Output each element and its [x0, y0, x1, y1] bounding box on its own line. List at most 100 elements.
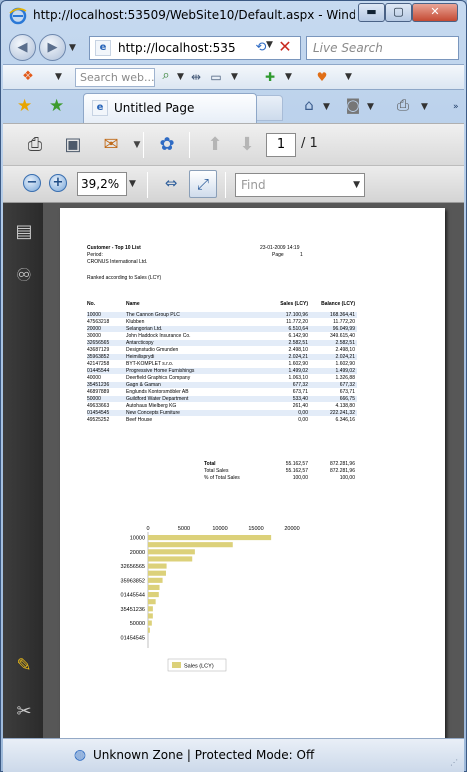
page-number-input[interactable]: 1 — [266, 133, 296, 157]
chart-category-label: 32656565 — [121, 564, 145, 570]
toolbar-search-placeholder: Search web... — [80, 71, 155, 84]
chart-bar — [148, 592, 159, 598]
sidebar-icon[interactable]: ⇹ — [187, 68, 205, 86]
status-bar: ◍ Unknown Zone | Protected Mode: Off ⋰ — [3, 738, 464, 772]
tab-label: Untitled Page — [114, 101, 195, 115]
chevron-more-icon[interactable]: » — [453, 102, 459, 112]
chart-category-label: 10000 — [130, 536, 145, 542]
fit-page-icon[interactable]: ⤢ — [189, 170, 217, 198]
find-dropdown-icon[interactable]: ▼ — [353, 180, 360, 190]
chart-bar — [148, 535, 272, 541]
chart-legend-swatch — [172, 662, 181, 668]
chart-x-tick-label: 5000 — [178, 526, 190, 532]
resize-grip-icon[interactable]: ⋰ — [450, 758, 460, 768]
chart-bar — [148, 620, 152, 626]
pdf-side-panel: ▤ ♾ ✎ ✂ — [3, 203, 43, 738]
favorites-star-icon[interactable]: ★ — [17, 96, 32, 116]
tab-row: ★ ★ e Untitled Page ⌂ ▼ ◙ ▼ ⎙ ▼ » — [3, 91, 464, 123]
windows-logo-icon[interactable]: ❖ — [19, 69, 37, 87]
chart-x-tick-label: 10000 — [212, 526, 227, 532]
forward-button[interactable]: ▶ — [39, 34, 66, 61]
add-icon[interactable]: ✚ — [261, 68, 279, 86]
home-dropdown-icon[interactable]: ▼ — [323, 102, 330, 112]
chart-bar — [148, 606, 153, 612]
live-search-input[interactable]: Live Search — [306, 36, 459, 60]
zoom-out-icon[interactable]: − — [23, 174, 41, 192]
chart-x-tick-label: 20000 — [284, 526, 299, 532]
add-dropdown-icon[interactable]: ▼ — [285, 72, 292, 82]
toolbar-separator — [143, 132, 144, 158]
search-go-icon[interactable]: ⌕ — [157, 68, 175, 86]
chart-bar — [148, 563, 167, 569]
chart-legend-label: Sales (LCY) — [184, 664, 214, 670]
pdf-viewer[interactable]: Customer - Top 10 List 23-01-2009 14:19 … — [43, 203, 464, 738]
messenger-dropdown-icon[interactable]: ▼ — [345, 72, 352, 82]
toolbar-separator — [225, 172, 226, 198]
chart-bar — [148, 584, 160, 590]
chart-category-label: 35451236 — [121, 607, 145, 613]
zoom-level-input[interactable]: 39,2% — [77, 172, 127, 196]
add-favorites-icon[interactable]: ★ — [49, 96, 64, 116]
back-button[interactable]: ◀ — [9, 34, 36, 61]
search-options-dropdown-icon[interactable]: ▼ — [177, 72, 184, 82]
pages-panel-icon[interactable]: ▤ — [13, 221, 35, 243]
next-page-icon[interactable]: ⬇ — [235, 133, 259, 157]
refresh-icon[interactable]: ⟲ — [251, 38, 271, 58]
zoom-in-icon[interactable]: + — [49, 174, 67, 192]
save-icon[interactable]: ▣ — [61, 133, 85, 157]
messenger-icon[interactable]: ♥ — [313, 68, 331, 86]
pages-settings-icon[interactable]: ✿ — [155, 133, 179, 157]
previous-page-icon[interactable]: ⬆ — [203, 133, 227, 157]
share-dropdown-icon[interactable]: ▼ — [125, 133, 149, 157]
globe-icon: ◍ — [73, 747, 87, 763]
binoculars-icon[interactable]: ♾ — [13, 265, 35, 287]
chart-bar — [148, 570, 166, 576]
pdf-toolbar: ⎙ ▣ ✉ ▼ ✿ ⬆ ⬇ 1 / 1 — [3, 123, 464, 165]
share-icon[interactable]: ✉ — [99, 133, 123, 157]
tab-favicon-icon: e — [92, 100, 108, 116]
zoom-dropdown-icon[interactable]: ▼ — [129, 179, 136, 189]
chart-category-label: 50000 — [130, 621, 145, 627]
windows-menu-dropdown-icon[interactable]: ▼ — [55, 72, 62, 82]
find-input[interactable]: Find ▼ — [235, 173, 365, 197]
close-button[interactable]: ✕ — [412, 3, 458, 22]
address-url[interactable]: http://localhost:535 — [118, 41, 258, 55]
print-dropdown-icon[interactable]: ▼ — [421, 102, 428, 112]
fit-width-icon[interactable]: ⇔ — [157, 170, 185, 198]
browser-window: http://localhost:53509/WebSite10/Default… — [0, 0, 467, 772]
toolbar-separator — [147, 172, 148, 198]
tab-untitled-page[interactable]: e Untitled Page — [83, 93, 257, 123]
chart-category-label: 01445544 — [121, 593, 145, 599]
feeds-dropdown-icon[interactable]: ▼ — [367, 102, 374, 112]
stop-icon[interactable]: ✕ — [275, 37, 295, 57]
links-toolbar: ❖ ▼ Search web... ⌕ ▼ ⇹ ▭ ▼ ✚ ▼ ♥ ▼ — [3, 64, 464, 90]
toolbar-search-input[interactable]: Search web... — [75, 68, 155, 87]
chart-category-label: 35963852 — [121, 578, 145, 584]
toolbar-button-icon[interactable]: ▭ — [207, 68, 225, 86]
pdf-zoom-toolbar: − + 39,2% ▼ ⇔ ⤢ Find ▼ — [3, 165, 464, 203]
toolbar-button-dropdown-icon[interactable]: ▼ — [231, 72, 238, 82]
comments-icon[interactable]: ✎ — [13, 655, 35, 677]
status-zone-text: Unknown Zone | Protected Mode: Off — [93, 748, 315, 762]
minimize-button[interactable]: ▬ — [358, 3, 385, 22]
chart-x-tick-label: 0 — [146, 526, 149, 532]
print-icon[interactable]: ⎙ — [393, 96, 413, 116]
ie-logo-icon — [9, 7, 27, 25]
chart-category-label: 20000 — [130, 550, 145, 556]
live-search-placeholder: Live Search — [313, 41, 383, 55]
attachment-icon[interactable]: ✂ — [13, 701, 35, 723]
new-tab-button[interactable] — [257, 95, 283, 121]
chart-bar — [148, 613, 153, 619]
chart-bar — [148, 556, 193, 562]
recent-pages-dropdown-icon[interactable]: ▼ — [69, 43, 76, 53]
home-icon[interactable]: ⌂ — [299, 96, 319, 116]
back-arrow-icon: ◀ — [17, 40, 28, 55]
maximize-button[interactable]: ▢ — [385, 3, 412, 22]
toolbar-separator — [189, 132, 190, 158]
feeds-icon[interactable]: ◙ — [343, 96, 363, 116]
title-bar: http://localhost:53509/WebSite10/Default… — [1, 1, 466, 31]
window-title: http://localhost:53509/WebSite10/Default… — [33, 8, 355, 22]
chart-x-tick-label: 15000 — [248, 526, 263, 532]
forward-arrow-icon: ▶ — [47, 40, 58, 55]
print-icon[interactable]: ⎙ — [23, 133, 47, 157]
